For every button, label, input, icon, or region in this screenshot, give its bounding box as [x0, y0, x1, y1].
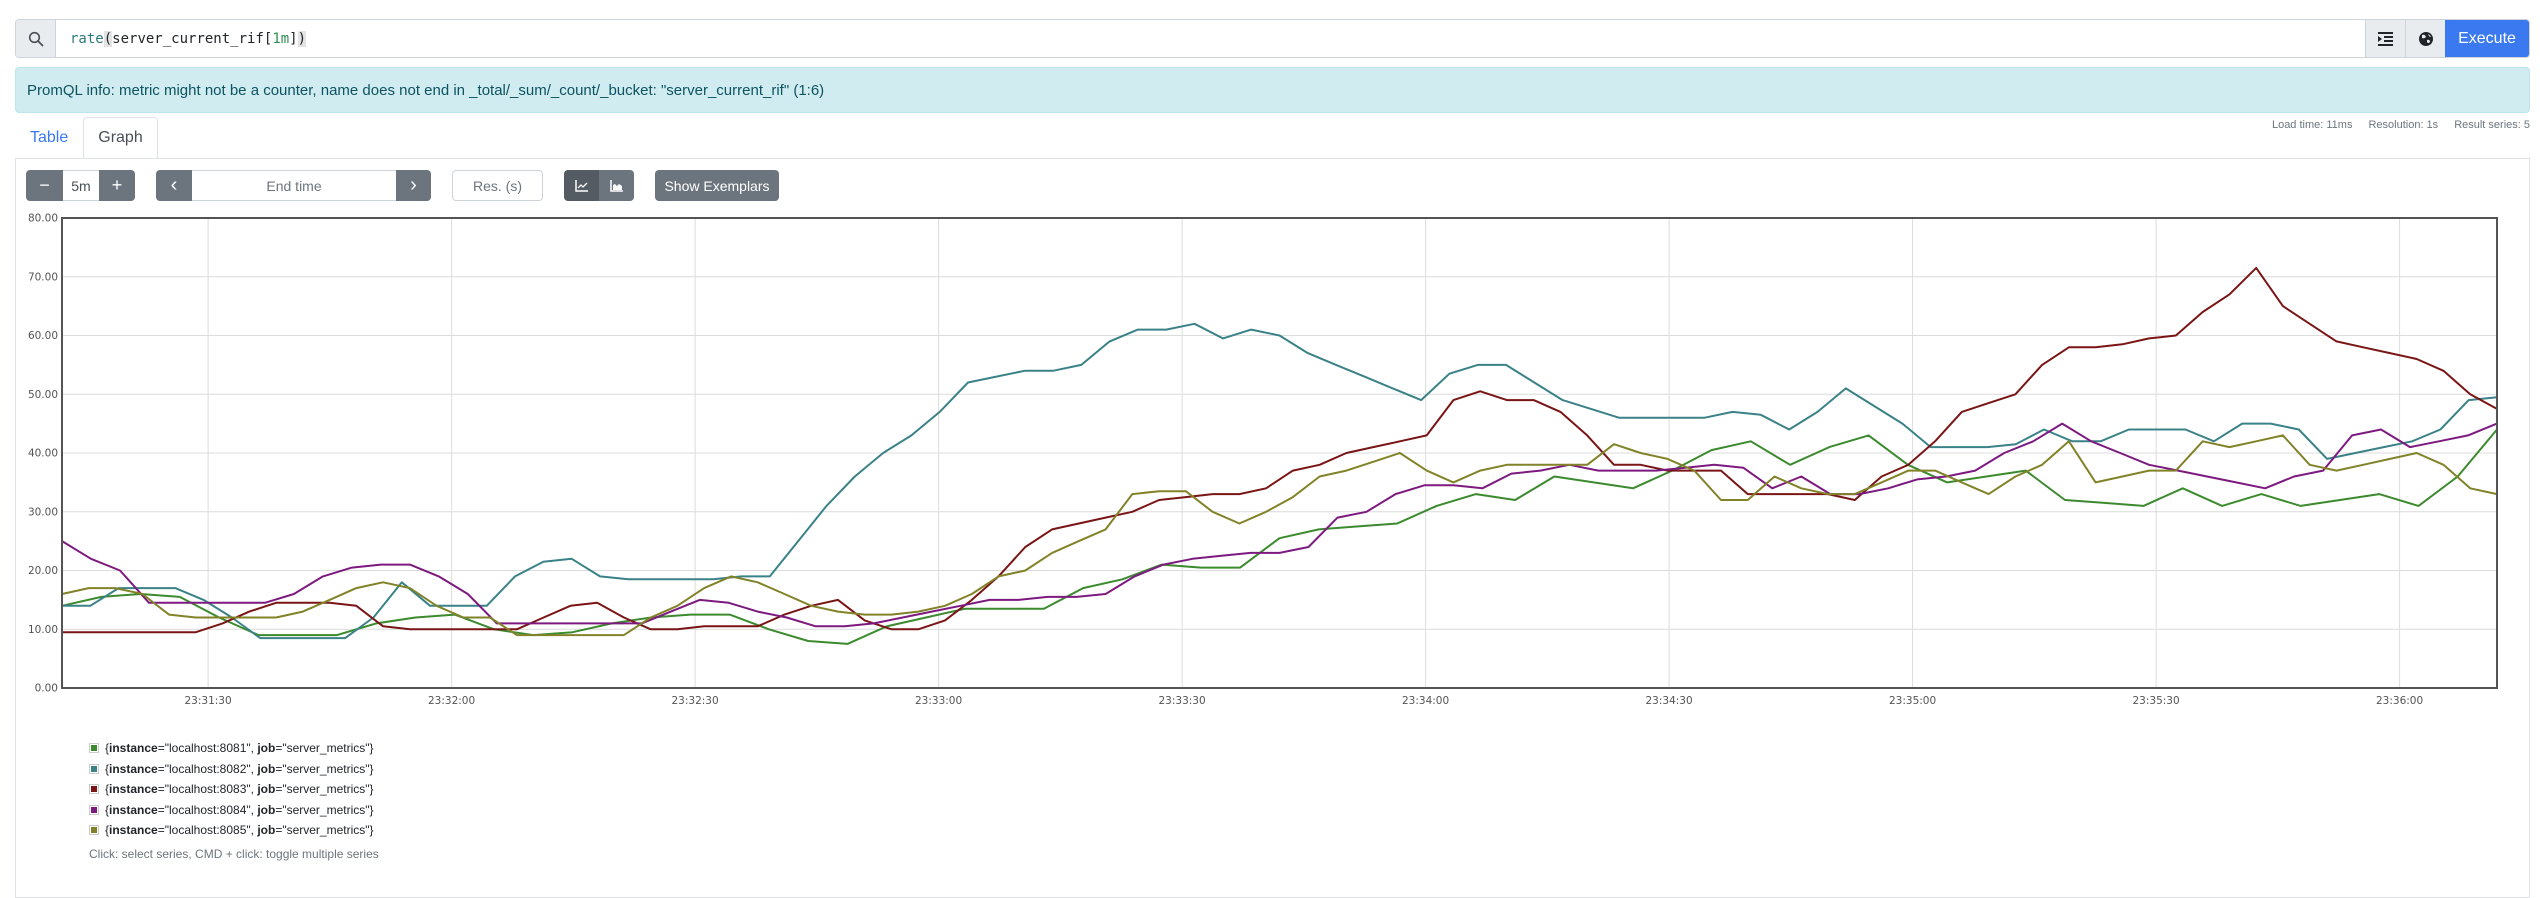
- legend-swatch: [89, 825, 99, 836]
- legend-item[interactable]: {instance="localhost:8085", job="server_…: [89, 820, 379, 841]
- legend-item[interactable]: {instance="localhost:8082", job="server_…: [89, 759, 379, 780]
- legend-item[interactable]: {instance="localhost:8083", job="server_…: [89, 779, 379, 800]
- y-axis-ticks: 0.00 10.00 20.00 30.00 40.00 50.00 60.00 70.00 8…: [28, 213, 58, 695]
- x-tick-label: 23:33:30: [1159, 695, 1206, 707]
- legend-swatch: [89, 784, 99, 795]
- y-tick-label: 20.00: [28, 565, 58, 577]
- x-tick-label: 23:32:00: [428, 695, 475, 707]
- x-tick-label: 23:31:30: [185, 695, 232, 707]
- x-tick-label: 23:35:30: [2133, 695, 2180, 707]
- legend-item[interactable]: {instance="localhost:8081", job="server_…: [89, 738, 379, 759]
- legend-item[interactable]: {instance="localhost:8084", job="server_…: [89, 800, 379, 821]
- legend-label: {instance="localhost:8084", job="server_…: [105, 802, 374, 817]
- y-tick-label: 30.00: [28, 506, 58, 518]
- x-tick-label: 23:32:30: [672, 695, 719, 707]
- y-tick-label: 80.00: [28, 213, 58, 225]
- time-series-chart[interactable]: 0.00 10.00 20.00 30.00 40.00 50.00 60.00 70.00 8…: [0, 0, 2540, 740]
- legend-label: {instance="localhost:8082", job="server_…: [105, 761, 374, 776]
- chart-series: [61, 266, 2498, 645]
- y-tick-label: 10.00: [28, 624, 58, 636]
- series-line-localhost-8085: [61, 434, 2498, 637]
- series-line-localhost-8084: [61, 422, 2498, 628]
- legend-hint: Click: select series, CMD + click: toggl…: [89, 846, 379, 861]
- x-axis-ticks: 23:31:30 23:32:00 23:32:30 23:33:00 23:33:30…: [185, 695, 2424, 707]
- legend-swatch: [89, 763, 99, 774]
- series-line-localhost-8083: [62, 266, 2498, 634]
- series-line-localhost-8082: [62, 322, 2498, 640]
- y-tick-label: 0.00: [35, 683, 58, 695]
- y-tick-label: 60.00: [28, 330, 58, 342]
- x-tick-label: 23:34:00: [1402, 695, 1449, 707]
- y-tick-label: 40.00: [28, 448, 58, 460]
- legend-label: {instance="localhost:8085", job="server_…: [105, 823, 374, 838]
- x-tick-label: 23:35:00: [1889, 695, 1936, 707]
- legend-swatch: [89, 743, 99, 754]
- y-tick-label: 70.00: [28, 271, 58, 283]
- legend-label: {instance="localhost:8083", job="server_…: [105, 782, 374, 797]
- legend-swatch: [89, 804, 99, 815]
- series-line-localhost-8081: [61, 428, 2498, 645]
- y-tick-label: 50.00: [28, 389, 58, 401]
- x-tick-label: 23:34:30: [1646, 695, 1693, 707]
- x-tick-label: 23:33:00: [915, 695, 962, 707]
- legend-label: {instance="localhost:8081", job="server_…: [105, 741, 374, 756]
- x-tick-label: 23:36:00: [2376, 695, 2423, 707]
- chart-legend: {instance="localhost:8081", job="server_…: [89, 738, 379, 861]
